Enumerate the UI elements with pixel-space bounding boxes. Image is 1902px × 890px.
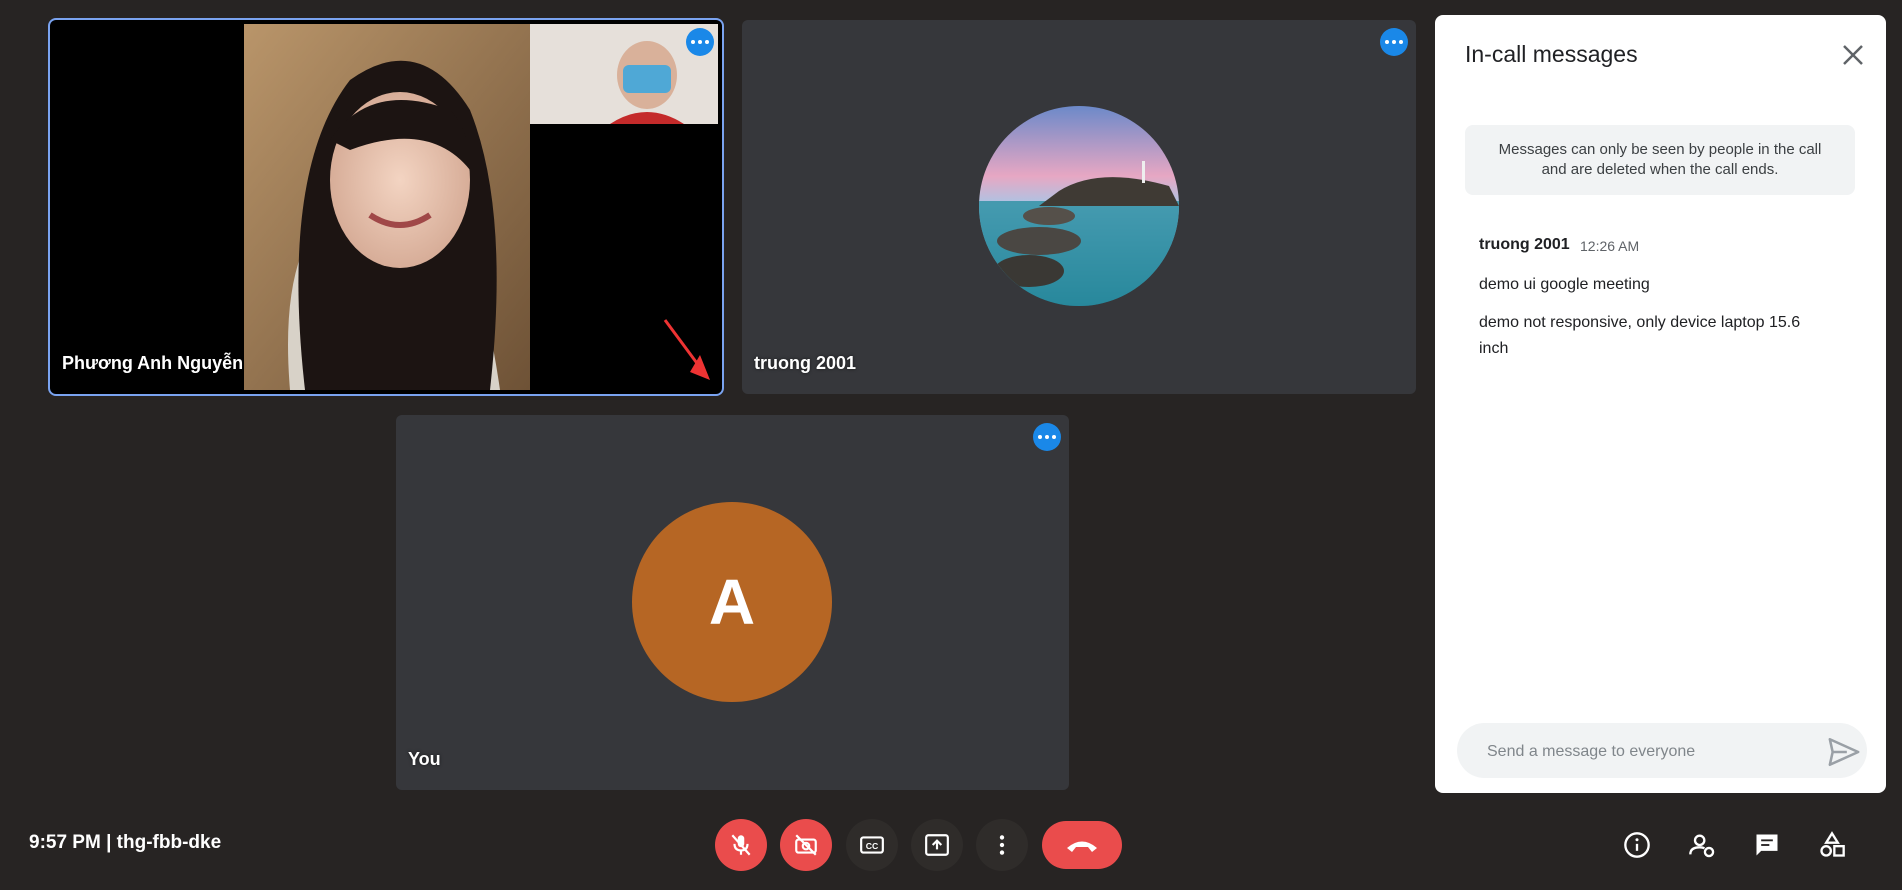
dot-icon (1399, 40, 1403, 44)
dot-icon (1392, 40, 1396, 44)
meeting-details-button[interactable] (1618, 826, 1656, 864)
more-options-button[interactable] (976, 819, 1028, 871)
dot-icon (698, 40, 702, 44)
svg-text:CC: CC (866, 841, 879, 851)
dot-icon (1052, 435, 1056, 439)
chat-icon (1756, 834, 1778, 856)
dot-icon (1385, 40, 1389, 44)
participant-name-label: You (408, 749, 441, 769)
shapes-icon (1820, 831, 1845, 857)
participant-tile-avatar-photo[interactable]: truong 2001 (742, 20, 1416, 394)
more-options-button[interactable] (1380, 28, 1408, 56)
panel-title: In-call messages (1465, 41, 1638, 67)
present-screen-button[interactable] (911, 819, 963, 871)
people-settings-icon (1689, 834, 1715, 858)
chat-panel: In-call messages Messages can only be se… (1435, 15, 1886, 793)
landscape-photo (979, 106, 1179, 306)
participant-name-label: Phương Anh Nguyễn (62, 353, 244, 373)
participant-video-feed (50, 20, 722, 394)
activities-button[interactable] (1813, 826, 1851, 864)
info-icon (1624, 832, 1650, 858)
camera-toggle-button[interactable] (780, 819, 832, 871)
more-vertical-icon (999, 835, 1005, 855)
microphone-toggle-button[interactable] (715, 819, 767, 871)
camera-off-icon (795, 834, 817, 856)
close-icon[interactable] (1838, 40, 1868, 70)
avatar: A (632, 502, 832, 702)
closed-captions-icon: CC (860, 836, 884, 854)
more-options-button[interactable] (686, 28, 714, 56)
participant-tile-video[interactable]: Phương Anh Nguyễn (48, 18, 724, 396)
mic-off-icon (731, 834, 751, 856)
present-icon (925, 834, 949, 856)
message-text: demo ui google meeting (1479, 276, 1650, 293)
captions-button[interactable]: CC (846, 819, 898, 871)
message-time: 12:26 AM (1580, 238, 1640, 254)
chat-button[interactable] (1748, 826, 1786, 864)
message-sender: truong 2001 (1479, 236, 1570, 253)
dot-icon (1045, 435, 1049, 439)
chat-notice: Messages can only be seen by people in t… (1465, 125, 1855, 195)
dot-icon (691, 40, 695, 44)
participant-tile-self[interactable]: A You (396, 415, 1069, 790)
hang-up-icon (1067, 841, 1097, 852)
send-icon[interactable] (1827, 735, 1861, 769)
dot-icon (1038, 435, 1042, 439)
dot-icon (705, 40, 709, 44)
participant-name-label: truong 2001 (754, 353, 857, 373)
meeting-info: 9:57 PM | thg-fbb-dke (29, 832, 222, 853)
message-text: demo not responsive, only device laptop … (1479, 314, 1801, 357)
avatar (979, 106, 1179, 306)
people-button[interactable] (1683, 826, 1721, 864)
message-input-container (1457, 723, 1867, 780)
message-input[interactable] (1485, 723, 1809, 780)
more-options-button[interactable] (1033, 423, 1061, 451)
leave-call-button[interactable] (1042, 821, 1122, 869)
